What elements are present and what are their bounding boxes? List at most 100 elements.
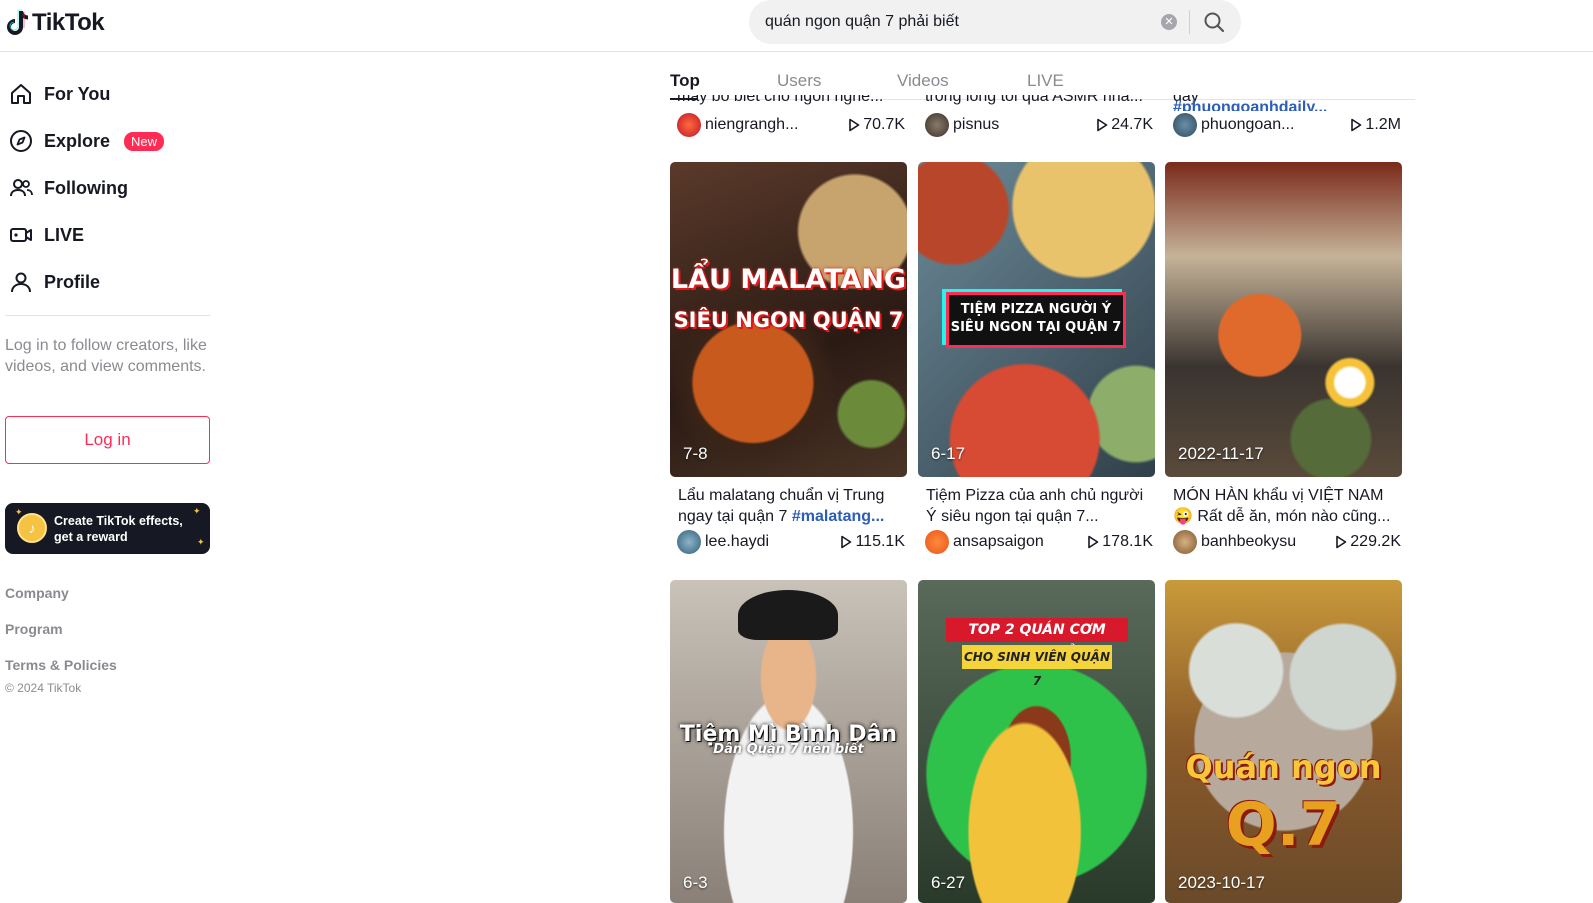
video-caption-cut: day #phuongoanhdaily... [1173, 95, 1328, 111]
thumbnail-figure [738, 590, 838, 640]
login-button[interactable]: Log in [5, 416, 210, 464]
thumbnail-subtitle: SIÊU NGON QUẬN 7 [673, 308, 904, 332]
video-author[interactable]: phuongoan... [1201, 116, 1321, 134]
play-icon [1097, 118, 1108, 132]
search-divider [1189, 10, 1190, 34]
nav-following[interactable]: Following [8, 171, 128, 205]
avatar[interactable] [925, 113, 949, 137]
avatar[interactable] [1173, 113, 1197, 137]
thumbnail-subtitle: Dân Quận 7 nên biết [713, 742, 864, 757]
video-meta: pisnus 24.7K [925, 112, 1161, 138]
create-effects-banner[interactable]: ♪ Create TikTok effects, get a reward ✦ … [5, 503, 210, 554]
nav-explore[interactable]: Explore New [8, 124, 165, 158]
sidebar-divider [5, 315, 210, 316]
play-icon [1351, 118, 1362, 132]
video-date: 2022-11-17 [1178, 444, 1264, 463]
sparkle-icon: ✦ [193, 506, 201, 516]
video-date: 6-3 [683, 873, 708, 892]
nav-label: For You [44, 83, 111, 104]
left-sidebar: For You Explore New Following LIVE Profi… [0, 52, 215, 903]
search-input[interactable] [765, 10, 1155, 34]
video-meta: phuongoan... 1.2M [1173, 112, 1409, 138]
nav-label: Profile [44, 271, 101, 292]
tiktok-logo[interactable]: TikTok [6, 6, 105, 40]
nav-for-you[interactable]: For You [8, 77, 110, 111]
thumbnail-title: LẨU MALATANG [670, 264, 907, 295]
video-thumbnail[interactable]: TIỆM PIZZA NGƯỜI Ý SIÊU NGON TẠI QUẬN 7 … [918, 162, 1155, 477]
video-caption[interactable]: Tiệm Pizza của anh chủ người Ý siêu ngon… [926, 485, 1154, 527]
users-icon [10, 179, 33, 197]
sparkle-icon: ✦ [15, 507, 23, 517]
nav-live[interactable]: LIVE [8, 218, 84, 252]
video-caption[interactable]: MÓN HÀN khẩu vị VIỆT NAM 😜 Rất dễ ăn, mó… [1173, 485, 1401, 527]
avatar[interactable] [677, 113, 701, 137]
video-date: 6-27 [931, 873, 966, 892]
search-bar: ✕ [749, 0, 1241, 44]
view-count: 1.2M [1350, 116, 1401, 134]
video-caption-cut: mày bỏ biết chỗ ngon nghẻ... [677, 95, 884, 105]
video-thumbnail[interactable]: TOP 2 QUÁN CƠM NGON, RẺ CHO SINH VIÊN QU… [918, 580, 1155, 903]
login-note: Log in to follow creators, like videos, … [5, 337, 207, 375]
compass-icon [10, 130, 32, 152]
home-icon [11, 84, 31, 104]
view-count: 115.1K [840, 533, 905, 551]
tab-top[interactable]: Top [670, 71, 700, 91]
video-author[interactable]: banhbeokysu [1201, 533, 1321, 551]
footer-program[interactable]: Program [5, 621, 63, 637]
search-tabs: Top Users Videos LIVE [670, 60, 1415, 100]
search-button[interactable] [1199, 8, 1229, 36]
footer-company[interactable]: Company [5, 585, 69, 601]
top-header: TikTok ✕ [0, 0, 1593, 52]
play-icon [849, 118, 860, 132]
tab-live[interactable]: LIVE [1027, 71, 1064, 91]
thumbnail-subtitle: CHO SINH VIÊN QUẬN 7 [962, 645, 1112, 688]
thumbnail-title: TIỆM PIZZA NGƯỜI Ý [960, 302, 1112, 317]
video-meta: banhbeokysu 229.2K [1173, 529, 1409, 555]
video-meta: lee.haydi 115.1K [677, 529, 913, 555]
video-author[interactable]: lee.haydi [705, 533, 825, 551]
video-author[interactable]: ansapsaigon [953, 533, 1073, 551]
thumbnail-subtitle: SIÊU NGON TẠI QUẬN 7 [950, 320, 1122, 335]
tab-users[interactable]: Users [777, 71, 821, 91]
clear-search-icon[interactable]: ✕ [1161, 14, 1177, 30]
video-thumbnail[interactable]: 2022-11-17 [1165, 162, 1402, 477]
view-count: 24.7K [1096, 116, 1153, 134]
avatar[interactable] [1173, 530, 1197, 554]
profile-icon [11, 272, 31, 293]
live-icon [10, 228, 32, 242]
video-author[interactable]: niengrangh... [705, 116, 825, 134]
video-meta: ansapsaigon 178.1K [925, 529, 1161, 555]
play-icon [1088, 535, 1099, 549]
effects-text: Create TikTok effects, get a reward [54, 514, 183, 544]
thumbnail-title: Quán ngon [1185, 748, 1382, 786]
footer-terms[interactable]: Terms & Policies [5, 657, 117, 673]
avatar[interactable] [677, 530, 701, 554]
view-count: 178.1K [1087, 533, 1153, 551]
play-icon [841, 535, 852, 549]
video-caption[interactable]: Lẩu malatang chuẩn vị Trung ngay tại quậ… [678, 485, 906, 527]
copyright: © 2024 TikTok [5, 681, 82, 695]
view-count: 70.7K [848, 116, 905, 134]
avatar[interactable] [925, 530, 949, 554]
nav-label: LIVE [44, 224, 85, 245]
video-meta: niengrangh... 70.7K [677, 112, 913, 138]
video-thumbnail[interactable]: Tiệm Mì Bình Dân Dân Quận 7 nên biết 6-3 [670, 580, 907, 903]
search-icon [1204, 12, 1225, 33]
play-icon [1336, 535, 1347, 549]
video-date: 6-17 [931, 444, 966, 463]
nav-label: Following [44, 177, 128, 198]
thumbnail-subtitle: Q.7 [1225, 790, 1342, 860]
tab-videos[interactable]: Videos [897, 71, 949, 91]
nav-profile[interactable]: Profile [8, 265, 100, 299]
tiktok-note-icon [7, 9, 28, 35]
video-thumbnail[interactable]: LẨU MALATANG SIÊU NGON QUẬN 7 7-8 [670, 162, 907, 477]
video-caption-cut: trong lòng tôi qua ASMR nhà... [925, 95, 1143, 105]
thumbnail-title: TOP 2 QUÁN CƠM NGON, RẺ [946, 618, 1128, 662]
view-count: 229.2K [1335, 533, 1401, 551]
video-thumbnail[interactable]: Quán ngon Q.7 2023-10-17 [1165, 580, 1402, 903]
logo-text: TikTok [32, 9, 105, 36]
sparkle-icon: ✦ [197, 537, 205, 547]
video-author[interactable]: pisnus [953, 116, 1073, 134]
nav-label: Explore [44, 130, 111, 151]
video-date: 7-8 [683, 444, 708, 463]
